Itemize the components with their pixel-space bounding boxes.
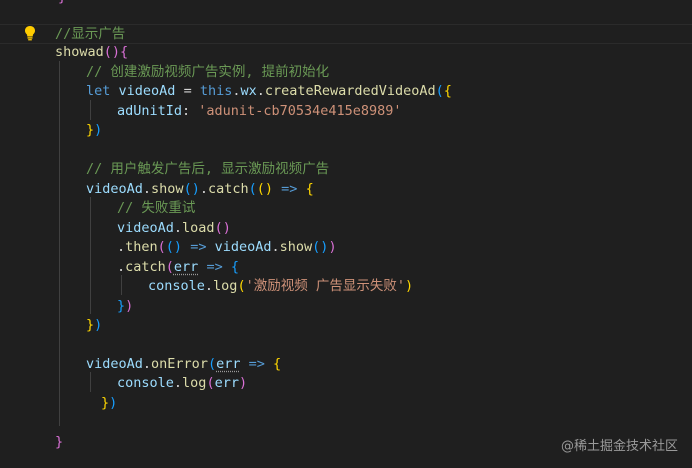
watermark: @稀土掘金技术社区 (560, 439, 678, 454)
string-literal: '激励视频 广告显示失败' (245, 278, 405, 294)
function-call: then (125, 239, 158, 255)
code-line: adUnitId: 'adunit-cb70534e415e8989' (117, 103, 402, 119)
closing-brace: } (58, 0, 66, 8)
keyword: this (199, 83, 233, 99)
variable: videoAd (118, 83, 176, 99)
parameter: err (173, 259, 199, 275)
function-call: load (182, 220, 215, 236)
function-call: createRewardedVideoAd (264, 83, 436, 99)
function-call: show (279, 239, 313, 255)
property: adUnitId (117, 103, 183, 119)
code-line: }) (101, 395, 118, 411)
code-line: // 创建激励视频广告实例, 提前初始化 (0, 63, 692, 83)
code-line: }) (86, 122, 103, 138)
function-call: onError (151, 356, 208, 372)
function-call: log (213, 278, 238, 294)
code-line: let videoAd = this.wx.createRewardedVide… (86, 83, 452, 99)
code-line: videoAd.load() (117, 220, 231, 236)
code-line: showad(){ (55, 44, 129, 60)
variable: videoAd (117, 220, 174, 236)
function-call: show (151, 181, 184, 197)
arrow-operator: => (248, 356, 265, 372)
closing-brace: } (55, 434, 64, 450)
code-line: videoAd.onError(err => { (86, 356, 282, 372)
code-line-current: //显示广告 (0, 24, 692, 44)
string-literal: 'adunit-cb70534e415e8989' (198, 103, 402, 119)
function-call: catch (125, 259, 166, 275)
code-line: }) (117, 298, 134, 314)
variable: videoAd (214, 239, 272, 255)
code-line: // 用户触发广告后, 显示激励视频广告 (0, 160, 692, 180)
variable: console (148, 278, 205, 294)
code-editor[interactable]: } //显示广告 showad(){ // 创建激励视频广告实例, 提前初始化 … (0, 0, 692, 468)
parameter: err (214, 375, 239, 391)
code-line: console.log(err) (117, 375, 248, 391)
function-call: log (182, 375, 207, 391)
arrow-operator: => (281, 181, 298, 197)
comment: // 创建激励视频广告实例, 提前初始化 (86, 64, 330, 80)
arrow-operator: => (206, 259, 223, 275)
comment: // 失败重试 (117, 200, 196, 216)
variable: console (117, 375, 174, 391)
function-call: catch (207, 181, 249, 197)
code-line: videoAd.show().catch(() => { (86, 181, 314, 197)
operator: = (183, 83, 192, 99)
code-line: }) (86, 317, 103, 333)
comment: //显示广告 (55, 26, 126, 42)
arrow-operator: => (190, 239, 207, 255)
variable: videoAd (86, 356, 143, 372)
keyword: let (86, 83, 111, 99)
code-line: .catch(err => { (117, 259, 239, 275)
property: wx (240, 83, 257, 99)
parameter: err (216, 356, 241, 372)
code-line: console.log('激励视频 广告显示失败') (148, 278, 414, 294)
variable: videoAd (86, 181, 143, 197)
comment: // 用户触发广告后, 显示激励视频广告 (86, 161, 330, 177)
method-name: showad (55, 44, 104, 60)
code-line: } (0, 0, 692, 8)
code-line: .then(() => videoAd.show()) (117, 239, 337, 255)
code-line: // 失败重试 (0, 199, 692, 219)
